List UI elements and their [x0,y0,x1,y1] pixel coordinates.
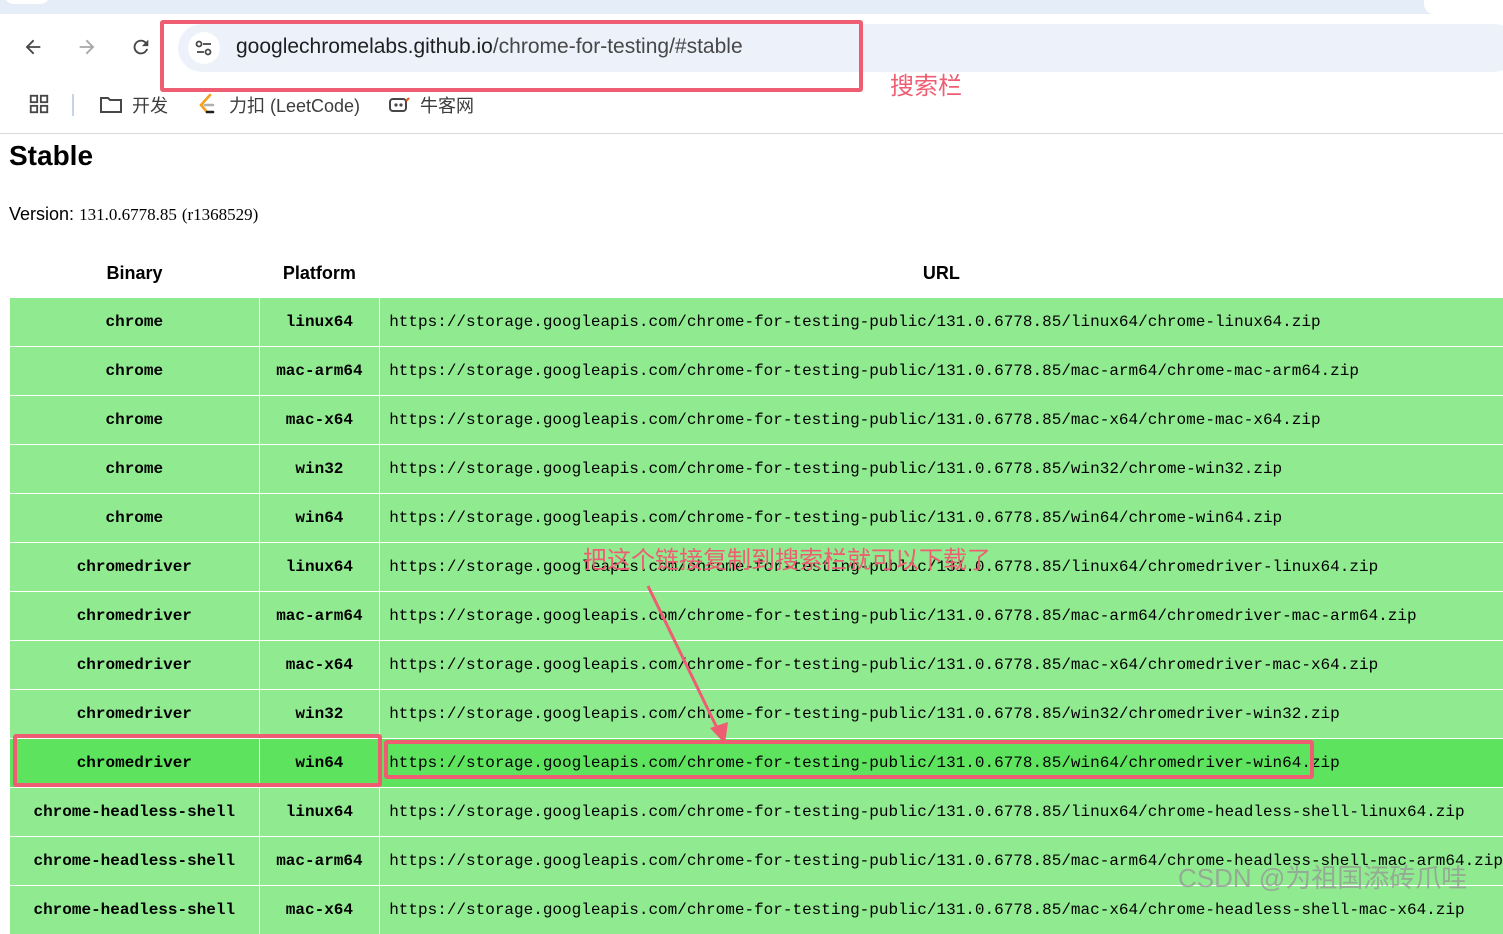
table-row: chromedrivermac-x64https://storage.googl… [10,641,1503,690]
binary-cell: chrome [10,396,259,445]
binary-cell: chromedriver [10,592,259,641]
table-row: chromewin32https://storage.googleapis.co… [10,445,1503,494]
table-row: chromelinux64https://storage.googleapis.… [10,298,1503,347]
search-bar-highlight-box [160,20,863,92]
url-cell[interactable]: https://storage.googleapis.com/chrome-fo… [380,592,1503,641]
url-cell[interactable]: https://storage.googleapis.com/chrome-fo… [380,641,1503,690]
platform-cell: mac-arm64 [259,592,380,641]
active-tab-edge[interactable] [4,0,50,4]
table-row: chromemac-x64https://storage.googleapis.… [10,396,1503,445]
back-button[interactable] [17,31,49,63]
bookmark-nowcoder[interactable]: 牛客网 [387,92,474,118]
reload-icon [130,36,152,58]
platform-cell: mac-arm64 [259,837,380,886]
platform-cell: mac-x64 [259,396,380,445]
platform-cell: linux64 [259,298,380,347]
bookmark-label: 力扣 (LeetCode) [229,92,360,118]
binary-cell: chrome [10,298,259,347]
url-cell[interactable]: https://storage.googleapis.com/chrome-fo… [380,347,1503,396]
folder-icon [99,93,123,117]
table-row: chromedriverwin32https://storage.googlea… [10,690,1503,739]
downloads-table: Binary Platform URL chromelinux64https:/… [10,250,1503,934]
url-cell[interactable]: https://storage.googleapis.com/chrome-fo… [380,298,1503,347]
chrome-divider [0,133,1503,134]
binary-cell: chrome [10,347,259,396]
version-label: Version: [9,204,74,224]
bookmark-leetcode[interactable]: 力扣 (LeetCode) [196,92,360,118]
table-row: chromedrivermac-arm64https://storage.goo… [10,592,1503,641]
instruction-annotation: 把这个链接复制到搜索栏就可以下载了 [583,540,991,575]
url-highlight-box [384,740,1314,779]
forward-button[interactable] [71,31,103,63]
forward-arrow-icon [76,36,98,58]
platform-cell: mac-arm64 [259,347,380,396]
url-cell[interactable]: https://storage.googleapis.com/chrome-fo… [380,788,1503,837]
binary-cell: chromedriver [10,641,259,690]
page-title: Stable [9,140,93,172]
platform-cell: win32 [259,445,380,494]
binary-cell: chrome [10,445,259,494]
table-row: chromemac-arm64https://storage.googleapi… [10,347,1503,396]
header-url: URL [380,250,1503,298]
binary-cell: chrome-headless-shell [10,837,259,886]
tab-strip [0,0,1503,14]
tab-strip-end [1424,0,1503,14]
table-row: chrome-headless-shelllinux64https://stor… [10,788,1503,837]
header-binary: Binary [10,250,259,298]
binary-cell: chromedriver [10,690,259,739]
bookmark-dev-folder[interactable]: 开发 [99,92,168,118]
platform-cell: linux64 [259,788,380,837]
leetcode-icon [196,93,220,117]
header-platform: Platform [259,250,380,298]
row-highlight-box [13,734,382,787]
watermark: CSDN @为祖国添砖爪哇 [1178,858,1467,895]
back-arrow-icon [22,36,44,58]
platform-cell: linux64 [259,543,380,592]
binary-cell: chrome-headless-shell [10,886,259,934]
binary-cell: chrome-headless-shell [10,788,259,837]
revision: (r1368529) [182,205,258,224]
platform-cell: win64 [259,494,380,543]
nowcoder-icon [387,93,411,117]
reload-button[interactable] [125,31,157,63]
table-body: chromelinux64https://storage.googleapis.… [10,298,1503,934]
binary-cell: chrome [10,494,259,543]
bookmark-label: 开发 [132,92,168,118]
table-row: chromewin64https://storage.googleapis.co… [10,494,1503,543]
version-value: 131.0.6778.85 [79,205,177,224]
url-cell[interactable]: https://storage.googleapis.com/chrome-fo… [380,690,1503,739]
platform-cell: mac-x64 [259,641,380,690]
platform-cell: win32 [259,690,380,739]
bookmark-label: 牛客网 [420,92,474,118]
url-cell[interactable]: https://storage.googleapis.com/chrome-fo… [380,396,1503,445]
url-cell[interactable]: https://storage.googleapis.com/chrome-fo… [380,494,1503,543]
table-header-row: Binary Platform URL [10,250,1503,298]
platform-cell: mac-x64 [259,886,380,934]
url-cell[interactable]: https://storage.googleapis.com/chrome-fo… [380,445,1503,494]
binary-cell: chromedriver [10,543,259,592]
version-line: Version: 131.0.6778.85 (r1368529) [9,204,258,225]
search-bar-annotation: 搜索栏 [890,66,962,101]
